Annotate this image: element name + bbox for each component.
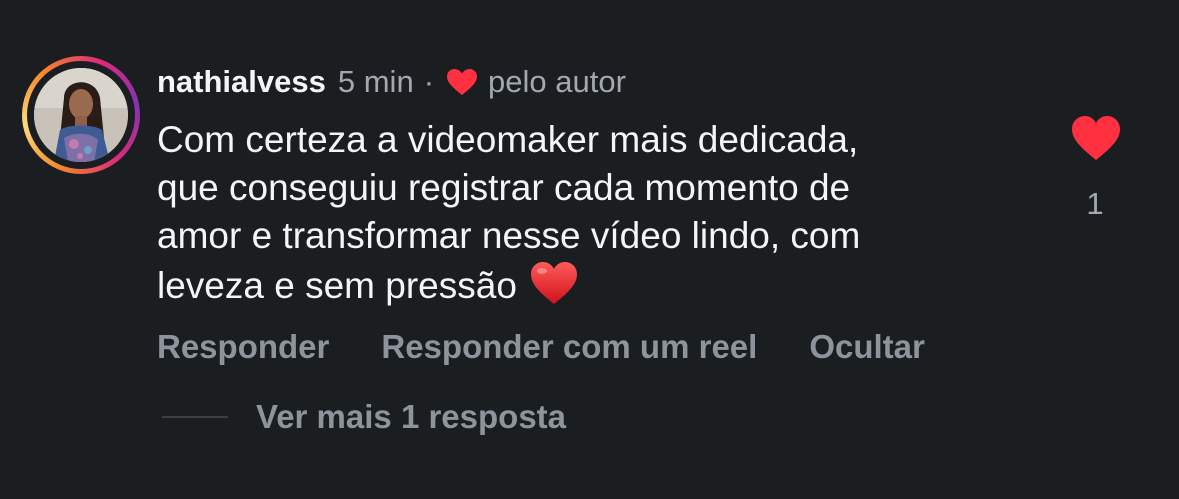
reply-with-reel-button[interactable]: Responder com um reel bbox=[381, 328, 757, 366]
comment-header: nathialvess 5 min · pelo autor bbox=[157, 60, 626, 104]
heart-filled-icon[interactable] bbox=[1070, 114, 1122, 162]
comment-text-line: Com certeza a videomaker mais dedicada, bbox=[157, 119, 859, 160]
view-replies-button[interactable]: Ver mais 1 resposta bbox=[162, 396, 566, 438]
comment-text-line-last: leveza e sem pressão bbox=[157, 260, 1037, 318]
comment-text-line: leveza e sem pressão bbox=[157, 265, 517, 306]
comment-text: Com certeza a videomaker mais dedicada, … bbox=[157, 116, 1037, 318]
comment-text-line: que conseguiu registrar cada momento de bbox=[157, 167, 851, 208]
avatar-photo bbox=[34, 68, 128, 162]
separator-dot: · bbox=[423, 64, 435, 99]
comment-text-line: amor e transformar nesse vídeo lindo, co… bbox=[157, 215, 861, 256]
hide-button[interactable]: Ocultar bbox=[809, 328, 925, 366]
replies-divider bbox=[162, 416, 228, 418]
heart-icon bbox=[446, 68, 478, 96]
comment-actions: Responder Responder com um reel Ocultar bbox=[157, 326, 925, 368]
like-count: 1 bbox=[1086, 186, 1104, 221]
timestamp: 5 min bbox=[337, 64, 414, 99]
liked-by-author-label: pelo autor bbox=[488, 64, 626, 99]
comment: nathialvess 5 min · pelo autor Com certe… bbox=[0, 0, 1179, 499]
avatar[interactable] bbox=[22, 56, 140, 174]
reply-button[interactable]: Responder bbox=[157, 328, 329, 366]
view-replies-label: Ver mais 1 resposta bbox=[256, 398, 567, 435]
red-heart-emoji bbox=[529, 260, 579, 318]
username[interactable]: nathialvess bbox=[157, 64, 326, 100]
